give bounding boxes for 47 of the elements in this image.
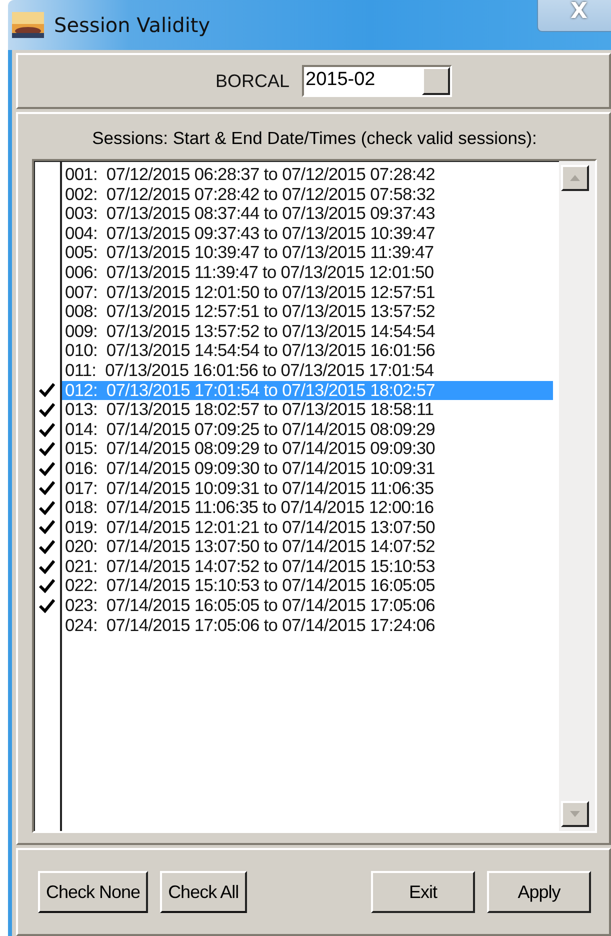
session-row[interactable]: 010: 07/13/2015 14:54:54 to 07/13/2015 16:01:56 xyxy=(62,341,553,361)
session-row[interactable]: 018: 07/14/2015 11:06:35 to 07/14/2015 12:00:16 xyxy=(62,498,553,518)
dialog-button[interactable]: Exit xyxy=(371,871,475,913)
scrollbar[interactable] xyxy=(559,161,595,831)
sunset-icon xyxy=(12,12,44,38)
session-row[interactable]: 020: 07/14/2015 13:07:50 to 07/14/2015 14:07:52 xyxy=(62,537,553,557)
session-row[interactable]: 001: 07/12/2015 06:28:37 to 07/12/2015 07:28:42 xyxy=(62,165,553,185)
checkmark-icon[interactable] xyxy=(39,500,55,515)
session-row[interactable]: 019: 07/14/2015 12:01:21 to 07/14/2015 13:07:50 xyxy=(62,518,553,538)
dialog-button[interactable]: Check None xyxy=(38,871,148,913)
session-row[interactable]: 004: 07/13/2015 09:37:43 to 07/13/2015 10:39:47 xyxy=(62,224,553,244)
checkmark-icon[interactable] xyxy=(39,520,55,534)
scroll-down-button[interactable] xyxy=(561,801,589,827)
session-row[interactable]: 013: 07/13/2015 18:02:57 to 07/13/2015 18:58:11 xyxy=(62,400,553,420)
window-title: Session Validity xyxy=(54,13,210,37)
checkmark-icon[interactable] xyxy=(39,402,55,417)
session-row[interactable]: 015: 07/14/2015 08:09:29 to 07/14/2015 09:09:30 xyxy=(62,439,553,459)
session-row[interactable]: 007: 07/13/2015 12:01:50 to 07/13/2015 12:57:51 xyxy=(62,282,553,302)
sessions-label: Sessions: Start & End Date/Times (check valid sessions): xyxy=(92,128,537,149)
checkmark-icon[interactable] xyxy=(39,481,55,496)
session-row[interactable]: 011: 07/13/2015 16:01:56 to 07/13/2015 17:01:54 xyxy=(62,360,553,381)
session-row[interactable]: 017: 07/14/2015 10:09:31 to 07/14/2015 11:06:35 xyxy=(62,478,553,498)
checkmark-icon[interactable] xyxy=(39,422,55,437)
checkmark-icon[interactable] xyxy=(39,560,55,574)
dialog-button[interactable]: Check All xyxy=(160,871,247,913)
session-row[interactable]: 003: 07/13/2015 08:37:44 to 07/13/2015 09:37:43 xyxy=(62,204,553,224)
session-row[interactable]: 006: 07/13/2015 11:39:47 to 07/13/2015 12:01:50 xyxy=(62,262,553,283)
checkmark-icon[interactable] xyxy=(39,462,55,476)
checkmark-icon[interactable] xyxy=(39,540,55,554)
dialog-button[interactable]: Apply xyxy=(487,871,591,913)
session-row[interactable]: 016: 07/14/2015 09:09:30 to 07/14/2015 10:09:31 xyxy=(62,458,553,478)
checkmark-icon[interactable] xyxy=(39,579,55,594)
session-row[interactable]: 022: 07/14/2015 15:10:53 to 07/14/2015 16:05:05 xyxy=(62,576,553,596)
scroll-up-button[interactable] xyxy=(561,165,589,191)
checkmark-icon[interactable] xyxy=(39,598,55,613)
borcal-dropdown[interactable]: 2015-02 xyxy=(302,65,452,97)
session-row[interactable]: 021: 07/14/2015 14:07:52 to 07/14/2015 15:10:53 xyxy=(62,556,553,576)
session-row[interactable]: 005: 07/13/2015 10:39:47 to 07/13/2015 11:39:47 xyxy=(62,243,553,263)
session-row[interactable]: 009: 07/13/2015 13:57:52 to 07/13/2015 14:54:54 xyxy=(62,322,553,342)
session-row[interactable]: 008: 07/13/2015 12:57:51 to 07/13/2015 13:57:52 xyxy=(62,302,553,322)
checkmark-icon[interactable] xyxy=(39,442,55,456)
session-row[interactable]: 014: 07/14/2015 07:09:25 to 07/14/2015 08:09:29 xyxy=(62,420,553,440)
checkmark-icon[interactable] xyxy=(39,383,55,398)
session-row[interactable]: 023: 07/14/2015 16:05:05 to 07/14/2015 17:05:06 xyxy=(62,596,553,616)
session-row[interactable]: 024: 07/14/2015 17:05:06 to 07/14/2015 17:24:06 xyxy=(62,616,553,636)
session-row[interactable]: 002: 07/12/2015 07:28:42 to 07/12/2015 07:58:32 xyxy=(62,184,553,204)
borcal-label: BORCAL xyxy=(215,70,290,92)
